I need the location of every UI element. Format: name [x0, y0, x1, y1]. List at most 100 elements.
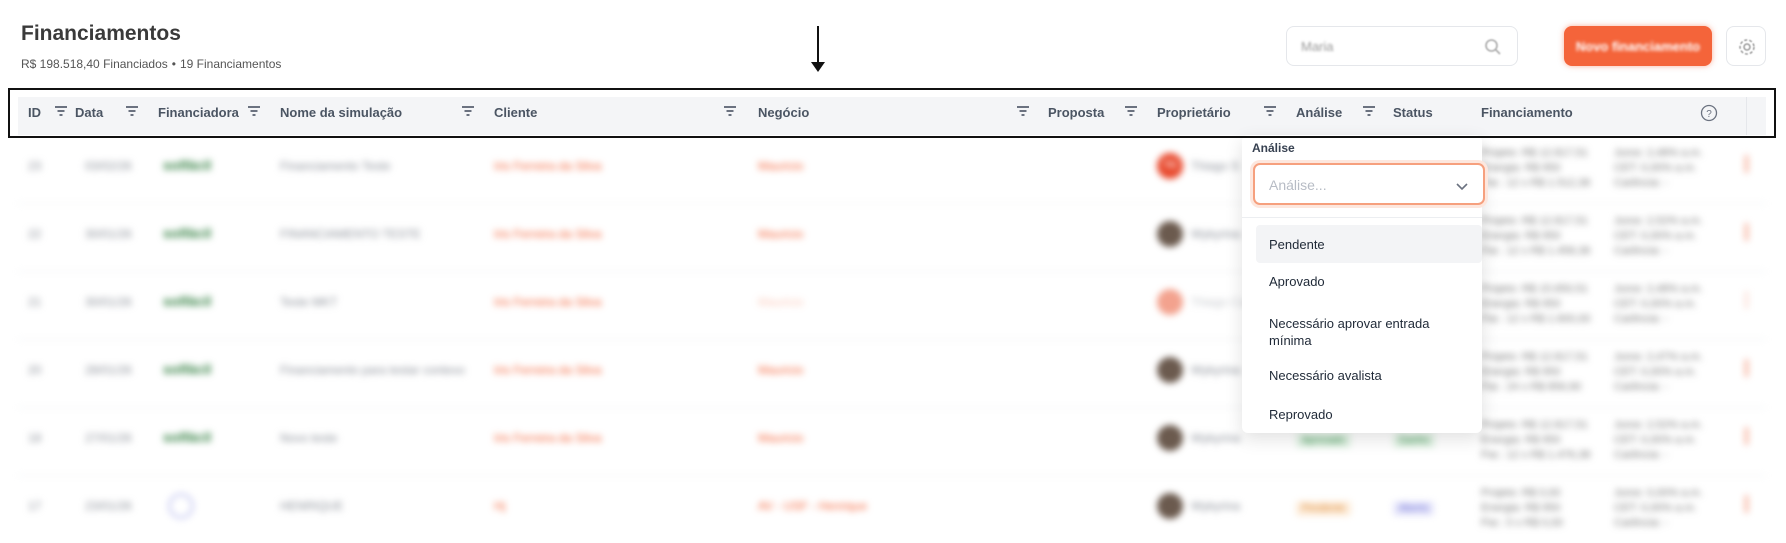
fin-rate: Juros: 2,47% a.m.	[1614, 351, 1703, 363]
fin-installments: Par.: 24 x R$ 856,90	[1481, 381, 1582, 393]
cell-owner: Wykyrina	[1191, 227, 1241, 241]
option-label: Pendente	[1269, 237, 1325, 252]
cell-owner: Wykyrina	[1191, 499, 1241, 513]
avatar	[1157, 357, 1183, 383]
annotation-arrow-head	[811, 62, 825, 72]
row-menu-icon[interactable]	[1745, 291, 1748, 309]
summary-amount: R$ 198.518,40 Financiados	[21, 57, 168, 71]
cell-id: 20	[28, 363, 42, 377]
cell-date: 27/01/26	[85, 431, 132, 445]
lender-logo: solfácil	[163, 429, 212, 445]
row-menu-icon[interactable]	[1745, 359, 1748, 377]
search-input[interactable]	[1299, 38, 1473, 55]
cell-deal[interactable]: Mauricio	[758, 159, 803, 173]
filter-icon[interactable]	[1016, 104, 1030, 118]
lender-logo: solfácil	[163, 225, 212, 241]
cell-client[interactable]: Iris Ferreira da Silva	[494, 159, 601, 173]
table-row[interactable]: 21 30/01/26 solfácil Teste MKT Iris Ferr…	[18, 271, 1766, 340]
new-financing-label: Novo financiamento	[1575, 38, 1701, 54]
row-menu-icon[interactable]	[1745, 427, 1748, 445]
option-reprovado[interactable]: Reprovado	[1269, 406, 1485, 423]
analysis-badge: Aprovado	[1296, 433, 1351, 448]
cell-id: 17	[28, 499, 42, 513]
filter-icon[interactable]	[247, 104, 261, 118]
cell-deal[interactable]: Mauricio	[758, 431, 803, 445]
analysis-select[interactable]: Análise...	[1253, 163, 1485, 205]
avatar	[1157, 289, 1183, 315]
cell-deal[interactable]: Mauricio	[758, 363, 803, 377]
table-row[interactable]: 18 27/01/26 solfácil Novo teste Iris Fer…	[18, 407, 1766, 476]
dropdown-label: Análise	[1252, 141, 1295, 155]
col-proprietario[interactable]: Proprietário	[1157, 105, 1231, 120]
option-necessario-avalista[interactable]: Necessário avalista	[1269, 367, 1485, 384]
col-data[interactable]: Data	[75, 105, 103, 120]
fin-project: Projeto: R$ 12.817,51	[1481, 215, 1589, 227]
option-necessario-entrada-minima[interactable]: Necessário aprovar entrada mínima	[1269, 315, 1469, 349]
col-financiadora[interactable]: Financiadora	[158, 105, 239, 120]
fin-grace: Carência: -	[1614, 313, 1668, 325]
cell-deal[interactable]: AV - USF - Henrique	[758, 499, 867, 513]
avatar	[1157, 221, 1183, 247]
fin-project: Projeto: R$ 12.817,51	[1481, 351, 1589, 363]
fin-project: Projeto: R$ 15.650,51	[1481, 283, 1589, 295]
cell-owner: Thiago S	[1191, 159, 1240, 173]
lender-logo: solfácil	[163, 361, 212, 377]
analysis-badge: Pendente	[1296, 501, 1351, 516]
filter-icon[interactable]	[54, 104, 68, 118]
fin-energy: Energia: R$ 950	[1481, 162, 1561, 174]
help-circle-icon[interactable]: ?	[1700, 104, 1718, 122]
dropdown-divider	[1242, 217, 1482, 218]
col-nome-simulacao[interactable]: Nome da simulação	[280, 105, 402, 120]
chevron-down-icon[interactable]	[1455, 179, 1469, 193]
col-id[interactable]: ID	[28, 105, 41, 120]
cell-owner: Wykyrina	[1191, 363, 1241, 377]
cell-client[interactable]: Iris Ferreira da Silva	[494, 431, 601, 445]
filter-icon[interactable]	[461, 104, 475, 118]
row-menu-icon[interactable]	[1745, 223, 1748, 241]
cell-date: 30/01/26	[85, 227, 132, 241]
row-menu-icon[interactable]	[1745, 495, 1748, 513]
filter-icon[interactable]	[1263, 104, 1277, 118]
fin-energy: Energia: R$ 950	[1481, 434, 1561, 446]
option-pendente[interactable]: Pendente	[1256, 225, 1482, 263]
cell-name: Teste MKT	[280, 295, 338, 309]
cell-client[interactable]: Iris Ferreira da Silva	[494, 295, 601, 309]
filter-icon[interactable]	[1362, 104, 1376, 118]
table-row[interactable]: 20 28/01/26 solfácil Financiamento para …	[18, 339, 1766, 408]
fin-installments: Par.: 0 x R$ 0,00	[1481, 517, 1563, 529]
new-financing-button[interactable]: Novo financiamento	[1564, 26, 1712, 66]
cell-owner: Thiago Ca	[1191, 295, 1247, 309]
col-negocio[interactable]: Negócio	[758, 105, 809, 120]
cell-client[interactable]: Iris Ferreira da Silva	[494, 227, 601, 241]
analysis-filter-dropdown: Análise Análise... Pendente Aprovado Nec…	[1242, 135, 1485, 433]
settings-button[interactable]	[1726, 26, 1766, 66]
col-analise[interactable]: Análise	[1296, 105, 1342, 120]
cell-name: Financiamento Teste	[280, 159, 391, 173]
fin-energy: Energia: R$ 950	[1481, 366, 1561, 378]
cell-client[interactable]: Hj	[494, 499, 505, 513]
fin-energy: Energia: R$ 950	[1481, 502, 1561, 514]
filter-icon[interactable]	[1124, 104, 1138, 118]
cell-name: FINANCIAMENTO TESTE	[280, 227, 421, 241]
col-proposta[interactable]: Proposta	[1048, 105, 1104, 120]
fin-cet: CET: 0,00% a.m.	[1614, 366, 1697, 378]
cell-client[interactable]: Iris Ferreira da Silva	[494, 363, 601, 377]
col-cliente[interactable]: Cliente	[494, 105, 537, 120]
fin-installments: Par.: 12 x R$ 1.458,36	[1481, 245, 1591, 257]
table-row[interactable]: 22 30/01/26 solfácil FINANCIAMENTO TESTE…	[18, 203, 1766, 272]
search-box[interactable]	[1286, 26, 1518, 66]
filter-icon[interactable]	[723, 104, 737, 118]
status-badge: Ganho	[1393, 433, 1436, 448]
search-icon[interactable]	[1483, 37, 1503, 57]
option-aprovado[interactable]: Aprovado	[1269, 273, 1485, 290]
col-status[interactable]: Status	[1393, 105, 1433, 120]
cell-name: Novo teste	[280, 431, 338, 445]
filter-icon[interactable]	[125, 104, 139, 118]
fin-grace: Carência: -	[1614, 177, 1668, 189]
table-row[interactable]: 23 03/02/26 solfácil Financiamento Teste…	[18, 135, 1766, 204]
row-menu-icon[interactable]	[1745, 155, 1748, 173]
lender-logo: solfácil	[163, 293, 212, 309]
table-row[interactable]: 17 23/01/26 HENRIQUE Hj AV - USF - Henri…	[18, 475, 1766, 543]
cell-deal[interactable]: Mauricio	[758, 295, 803, 309]
cell-deal[interactable]: Mauricio	[758, 227, 803, 241]
